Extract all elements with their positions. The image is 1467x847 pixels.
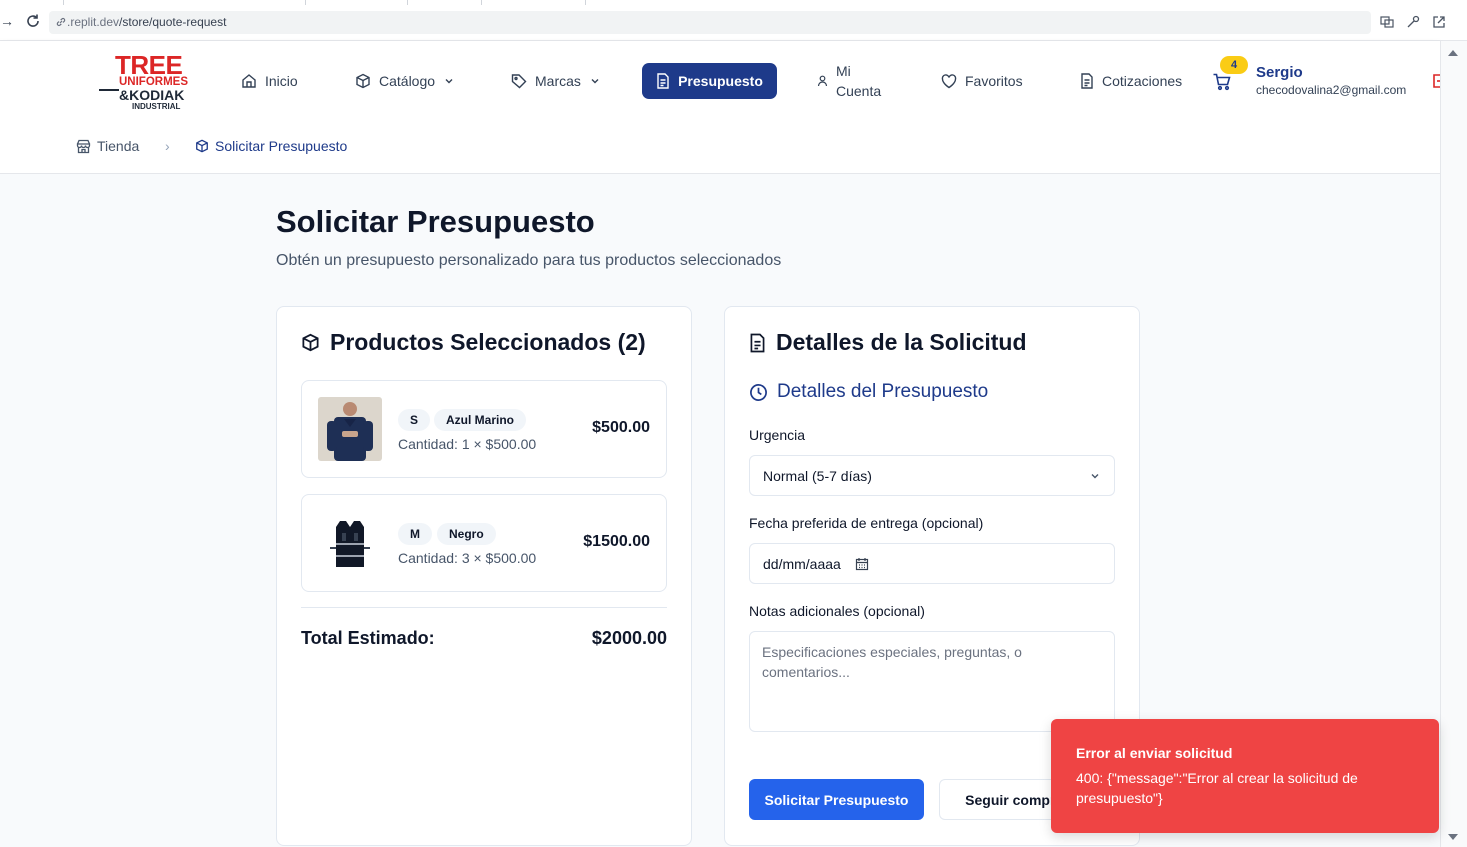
link-icon — [56, 17, 66, 27]
open-external-icon[interactable] — [1432, 15, 1446, 29]
budget-details-heading: Detalles del Presupuesto — [749, 381, 988, 403]
package-icon — [302, 333, 319, 352]
product-price: $500.00 — [592, 419, 650, 436]
products-card-title-text: Productos Seleccionados (2) — [330, 329, 646, 355]
nav-inicio[interactable]: Inicio — [241, 41, 298, 121]
notes-label: Notas adicionales (opcional) — [749, 603, 925, 619]
clock-icon — [750, 383, 767, 401]
chevron-down-icon — [591, 79, 599, 84]
breadcrumb-chevron-icon: › — [165, 138, 170, 154]
selected-products-card: Productos Seleccionados (2) S Azul Marin… — [276, 306, 692, 846]
scroll-down-arrow[interactable] — [1448, 834, 1458, 840]
delivery-date-label: Fecha preferida de entrega (opcional) — [749, 515, 984, 531]
color-chip: Negro — [437, 523, 496, 545]
nav-mi-cuenta-label-2: Cuenta — [836, 83, 882, 99]
chevron-down-icon — [445, 79, 453, 84]
page-scrollbar[interactable] — [1440, 41, 1467, 847]
user-email: checodovalina2@gmail.com — [1256, 83, 1407, 97]
translate-icon[interactable] — [1380, 15, 1394, 29]
urgency-select-value: Normal (5-7 días) — [763, 467, 872, 484]
user-icon — [817, 75, 828, 87]
user-name[interactable]: Sergio — [1256, 64, 1303, 81]
nav-marcas-label: Marcas — [535, 73, 581, 89]
file-text-icon — [750, 333, 765, 352]
divider — [301, 607, 667, 608]
notes-textarea[interactable] — [749, 631, 1115, 732]
products-card-title: Productos Seleccionados (2) — [301, 329, 646, 356]
brand-logo[interactable]: TREE UNIFORMES &KODIAK INDUSTRIAL — [99, 51, 199, 111]
breadcrumb-tienda[interactable]: Tienda — [76, 138, 139, 154]
product-item: S Azul Marino Cantidad: 1 × $500.00 $500… — [301, 380, 667, 478]
breadcrumb-current: Solicitar Presupuesto — [195, 138, 347, 154]
delivery-date-input[interactable]: dd/mm/aaaa — [749, 543, 1115, 584]
scroll-up-arrow[interactable] — [1448, 50, 1458, 56]
error-toast[interactable]: Error al enviar solicitud 400: {"message… — [1051, 719, 1439, 833]
breadcrumb-current-label: Solicitar Presupuesto — [215, 138, 348, 154]
size-chip: S — [398, 409, 431, 431]
tab-strip — [0, 0, 1467, 5]
total-label: Total Estimado: — [301, 628, 435, 648]
details-card-title: Detalles de la Solicitud — [749, 329, 1027, 356]
color-chip: Azul Marino — [434, 409, 526, 431]
package-icon — [196, 139, 208, 153]
heart-icon — [941, 73, 957, 88]
nav-presupuesto-label: Presupuesto — [678, 73, 763, 89]
toast-title: Error al enviar solicitud — [1076, 745, 1233, 761]
chevron-down-icon — [1091, 473, 1099, 478]
nav-inicio-label: Inicio — [265, 73, 298, 89]
date-placeholder: dd/mm/aaaa — [763, 555, 841, 572]
nav-presupuesto[interactable]: Presupuesto — [642, 63, 777, 99]
browser-toolbar: → .replit.dev/store/quote-request — [0, 0, 1467, 41]
url-text: .replit.dev/store/quote-request — [67, 15, 227, 29]
nav-mi-cuenta-label-1: Mi — [836, 63, 851, 79]
nav-marcas[interactable]: Marcas — [511, 41, 601, 121]
total-value: $2000.00 — [591, 628, 667, 648]
site-header: TREE UNIFORMES &KODIAK INDUSTRIAL Inicio… — [0, 41, 1442, 121]
submit-quote-button[interactable]: Solicitar Presupuesto — [749, 779, 924, 820]
reload-icon[interactable] — [25, 13, 41, 29]
breadcrumb-tienda-label: Tienda — [97, 138, 140, 154]
cart-count-badge: 4 — [1220, 56, 1248, 74]
page-title: Solicitar Presupuesto — [276, 204, 595, 239]
nav-cotizaciones[interactable]: Cotizaciones — [1080, 41, 1182, 121]
home-icon — [242, 74, 256, 88]
cart-icon[interactable] — [1212, 72, 1232, 92]
file-icon — [1081, 73, 1093, 89]
product-image-jacket[interactable] — [318, 397, 382, 461]
product-image-vest[interactable] — [318, 511, 382, 575]
product-price: $1500.00 — [583, 533, 650, 550]
product-quantity: Cantidad: 1 × $500.00 — [398, 436, 537, 452]
nav-catalogo[interactable]: Catálogo — [355, 41, 455, 121]
product-quantity: Cantidad: 3 × $500.00 — [398, 550, 537, 566]
nav-favoritos[interactable]: Favoritos — [941, 41, 1023, 121]
urgency-select[interactable]: Normal (5-7 días) — [749, 455, 1115, 496]
wrench-icon[interactable] — [1406, 15, 1420, 29]
back-arrow-icon[interactable]: → — [0, 14, 14, 28]
breadcrumb: Tienda › Solicitar Presupuesto — [0, 121, 1440, 174]
package-icon — [356, 73, 370, 89]
toast-message: 400: {"message":"Error al crear la solic… — [1076, 770, 1358, 806]
budget-details-heading-text: Detalles del Presupuesto — [777, 381, 989, 402]
nav-catalogo-label: Catálogo — [379, 73, 436, 89]
nav-favoritos-label: Favoritos — [965, 73, 1023, 89]
nav-mi-cuenta[interactable]: Mi Cuenta — [817, 41, 881, 121]
store-icon — [76, 139, 91, 153]
size-chip: M — [398, 523, 432, 545]
details-card-title-text: Detalles de la Solicitud — [776, 329, 1027, 355]
calendar-icon[interactable] — [855, 557, 869, 571]
nav-cotizaciones-label: Cotizaciones — [1102, 73, 1183, 89]
urgency-label: Urgencia — [749, 427, 806, 443]
address-bar[interactable]: .replit.dev/store/quote-request — [49, 11, 1371, 34]
product-item: M Negro Cantidad: 3 × $500.00 $1500.00 — [301, 494, 667, 592]
page-subtitle: Obtén un presupuesto personalizado para … — [276, 252, 782, 269]
tag-icon — [511, 74, 527, 89]
file-text-icon — [657, 73, 669, 89]
